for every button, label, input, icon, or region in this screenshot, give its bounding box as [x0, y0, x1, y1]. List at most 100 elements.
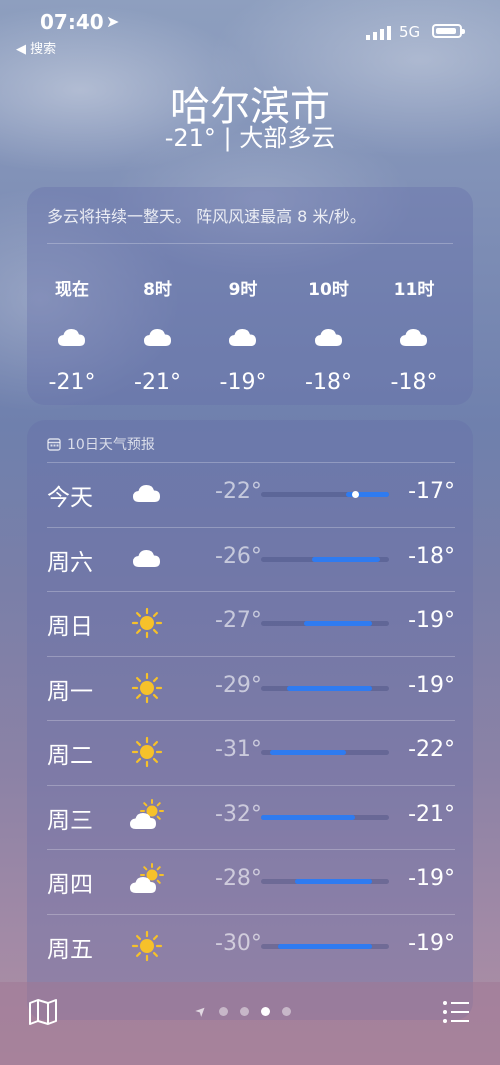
page-dot[interactable]	[239, 1007, 249, 1016]
sun-icon	[129, 928, 165, 964]
cloud-icon	[379, 320, 449, 356]
page-dot[interactable]	[260, 1007, 270, 1016]
high-temp: -19°	[408, 608, 455, 633]
high-temp: -19°	[408, 866, 455, 891]
network-label: 5G	[399, 23, 421, 41]
hour-label: 10时	[308, 280, 349, 300]
divider	[47, 849, 455, 850]
forecast-row[interactable]: 周三 -32° -21°	[47, 784, 455, 849]
list-icon[interactable]	[442, 1000, 470, 1024]
low-temp: -31°	[215, 737, 262, 762]
temp-range-bar	[295, 879, 372, 884]
page-dot[interactable]	[281, 1007, 291, 1016]
hourly-forecast-card[interactable]: 多云将持续一整天。 阵风风速最高 8 米/秒。 现在 -21° 8时 -21° 9时 -1…	[27, 187, 473, 405]
day-label: 周日	[47, 614, 93, 640]
map-icon[interactable]	[28, 998, 58, 1026]
divider	[47, 526, 455, 528]
back-to-search-link[interactable]: ◀ 搜索	[16, 38, 56, 57]
forecast-row[interactable]: 今天 -22° -17°	[47, 462, 455, 526]
hour-temp: -18°	[305, 370, 352, 395]
high-temp: -17°	[408, 479, 455, 504]
low-temp: -30°	[215, 930, 262, 956]
cloud-icon	[208, 320, 278, 356]
battery-icon	[432, 24, 465, 38]
bottom-toolbar: ➤	[0, 982, 500, 1065]
low-temp: -26°	[215, 543, 262, 569]
daily-forecast-title-label: 10日天气预报	[67, 437, 155, 453]
day-label: 周六	[47, 549, 93, 576]
hourly-item: 10时 -18°	[294, 275, 364, 395]
divider	[47, 243, 453, 244]
current-conditions: -21° | 大部多云	[164, 124, 336, 152]
hour-temp: -21°	[48, 370, 96, 395]
page-dot[interactable]	[218, 1007, 228, 1016]
forecast-row[interactable]: 周五 -30° -19°	[47, 913, 455, 978]
cloud-icon	[37, 320, 107, 356]
daily-forecast-card[interactable]: 10日天气预报 今天 -22° -17° 周六 -26° -18° 周日 -27° -19° 周一…	[27, 420, 473, 1020]
temp-range-track	[261, 879, 389, 884]
day-label: 周五	[47, 936, 93, 963]
hour-temp: -19°	[219, 370, 267, 395]
temp-range-track	[261, 556, 389, 562]
divider	[47, 462, 455, 463]
location-arrow-icon: ➤	[106, 12, 120, 31]
day-label: 周一	[47, 678, 93, 705]
status-time: 07:40	[40, 10, 104, 34]
temp-range-bar	[269, 750, 347, 755]
low-temp: -28°	[215, 866, 262, 891]
partly-sunny-icon	[129, 798, 165, 835]
high-temp: -22°	[408, 737, 455, 762]
hourly-item: 9时 -19°	[208, 275, 278, 395]
calendar-icon	[47, 438, 61, 451]
hour-label: 9时	[228, 280, 258, 300]
sun-icon	[129, 605, 165, 641]
sun-icon	[129, 734, 165, 770]
hour-temp: -18°	[390, 370, 438, 395]
forecast-row[interactable]: 周一 -29° -19°	[47, 655, 455, 720]
hour-label: 8时	[143, 280, 172, 300]
temp-range-bar	[312, 556, 381, 562]
current-temp-dot	[351, 491, 359, 498]
cloud-icon	[123, 320, 193, 356]
partly-sunny-icon	[129, 863, 165, 899]
divider	[47, 784, 455, 786]
temp-range-track	[261, 685, 389, 691]
temp-range-track	[261, 814, 389, 820]
day-label: 周三	[47, 807, 93, 834]
cloud-icon	[129, 476, 165, 512]
divider	[47, 655, 455, 657]
high-temp: -19°	[408, 672, 455, 698]
hour-temp: -21°	[134, 370, 181, 395]
page-indicator[interactable]: ➤	[192, 1002, 291, 1021]
cloud-icon	[294, 320, 364, 356]
forecast-row[interactable]: 周四 -28° -19°	[47, 849, 455, 913]
divider	[47, 913, 455, 915]
hour-label: 11时	[393, 280, 435, 300]
hourly-item: 现在 -21°	[37, 275, 107, 395]
day-label: 周四	[47, 872, 93, 898]
daily-forecast-title: 10日天气预报	[47, 434, 155, 454]
forecast-row[interactable]: 周二 -31° -22°	[47, 720, 455, 784]
temp-range-track	[261, 750, 389, 755]
high-temp: -18°	[408, 543, 455, 569]
cloud-icon	[129, 541, 165, 577]
signal-icon	[366, 26, 391, 40]
forecast-row[interactable]: 周六 -26° -18°	[47, 526, 455, 591]
hourly-item: 8时 -21°	[123, 275, 193, 395]
hourly-item: 11时 -18°	[379, 275, 449, 395]
temp-range-bar	[303, 621, 372, 626]
location-arrow-icon: ➤	[192, 1002, 211, 1021]
temp-range-track	[261, 943, 389, 949]
temp-range-bar	[278, 943, 372, 949]
low-temp: -22°	[215, 479, 262, 504]
status-bar: 07:40 ➤ ◀ 搜索 5G	[0, 8, 500, 57]
weather-summary: 多云将持续一整天。 阵风风速最高 8 米/秒。	[47, 207, 366, 226]
temp-range-bar	[261, 814, 355, 820]
sun-icon	[129, 670, 165, 706]
hour-label: 现在	[55, 280, 89, 300]
temp-range-bar	[286, 685, 372, 691]
low-temp: -27°	[215, 608, 262, 633]
forecast-row[interactable]: 周日 -27° -19°	[47, 591, 455, 655]
day-label: 今天	[47, 485, 93, 511]
high-temp: -21°	[408, 801, 455, 827]
